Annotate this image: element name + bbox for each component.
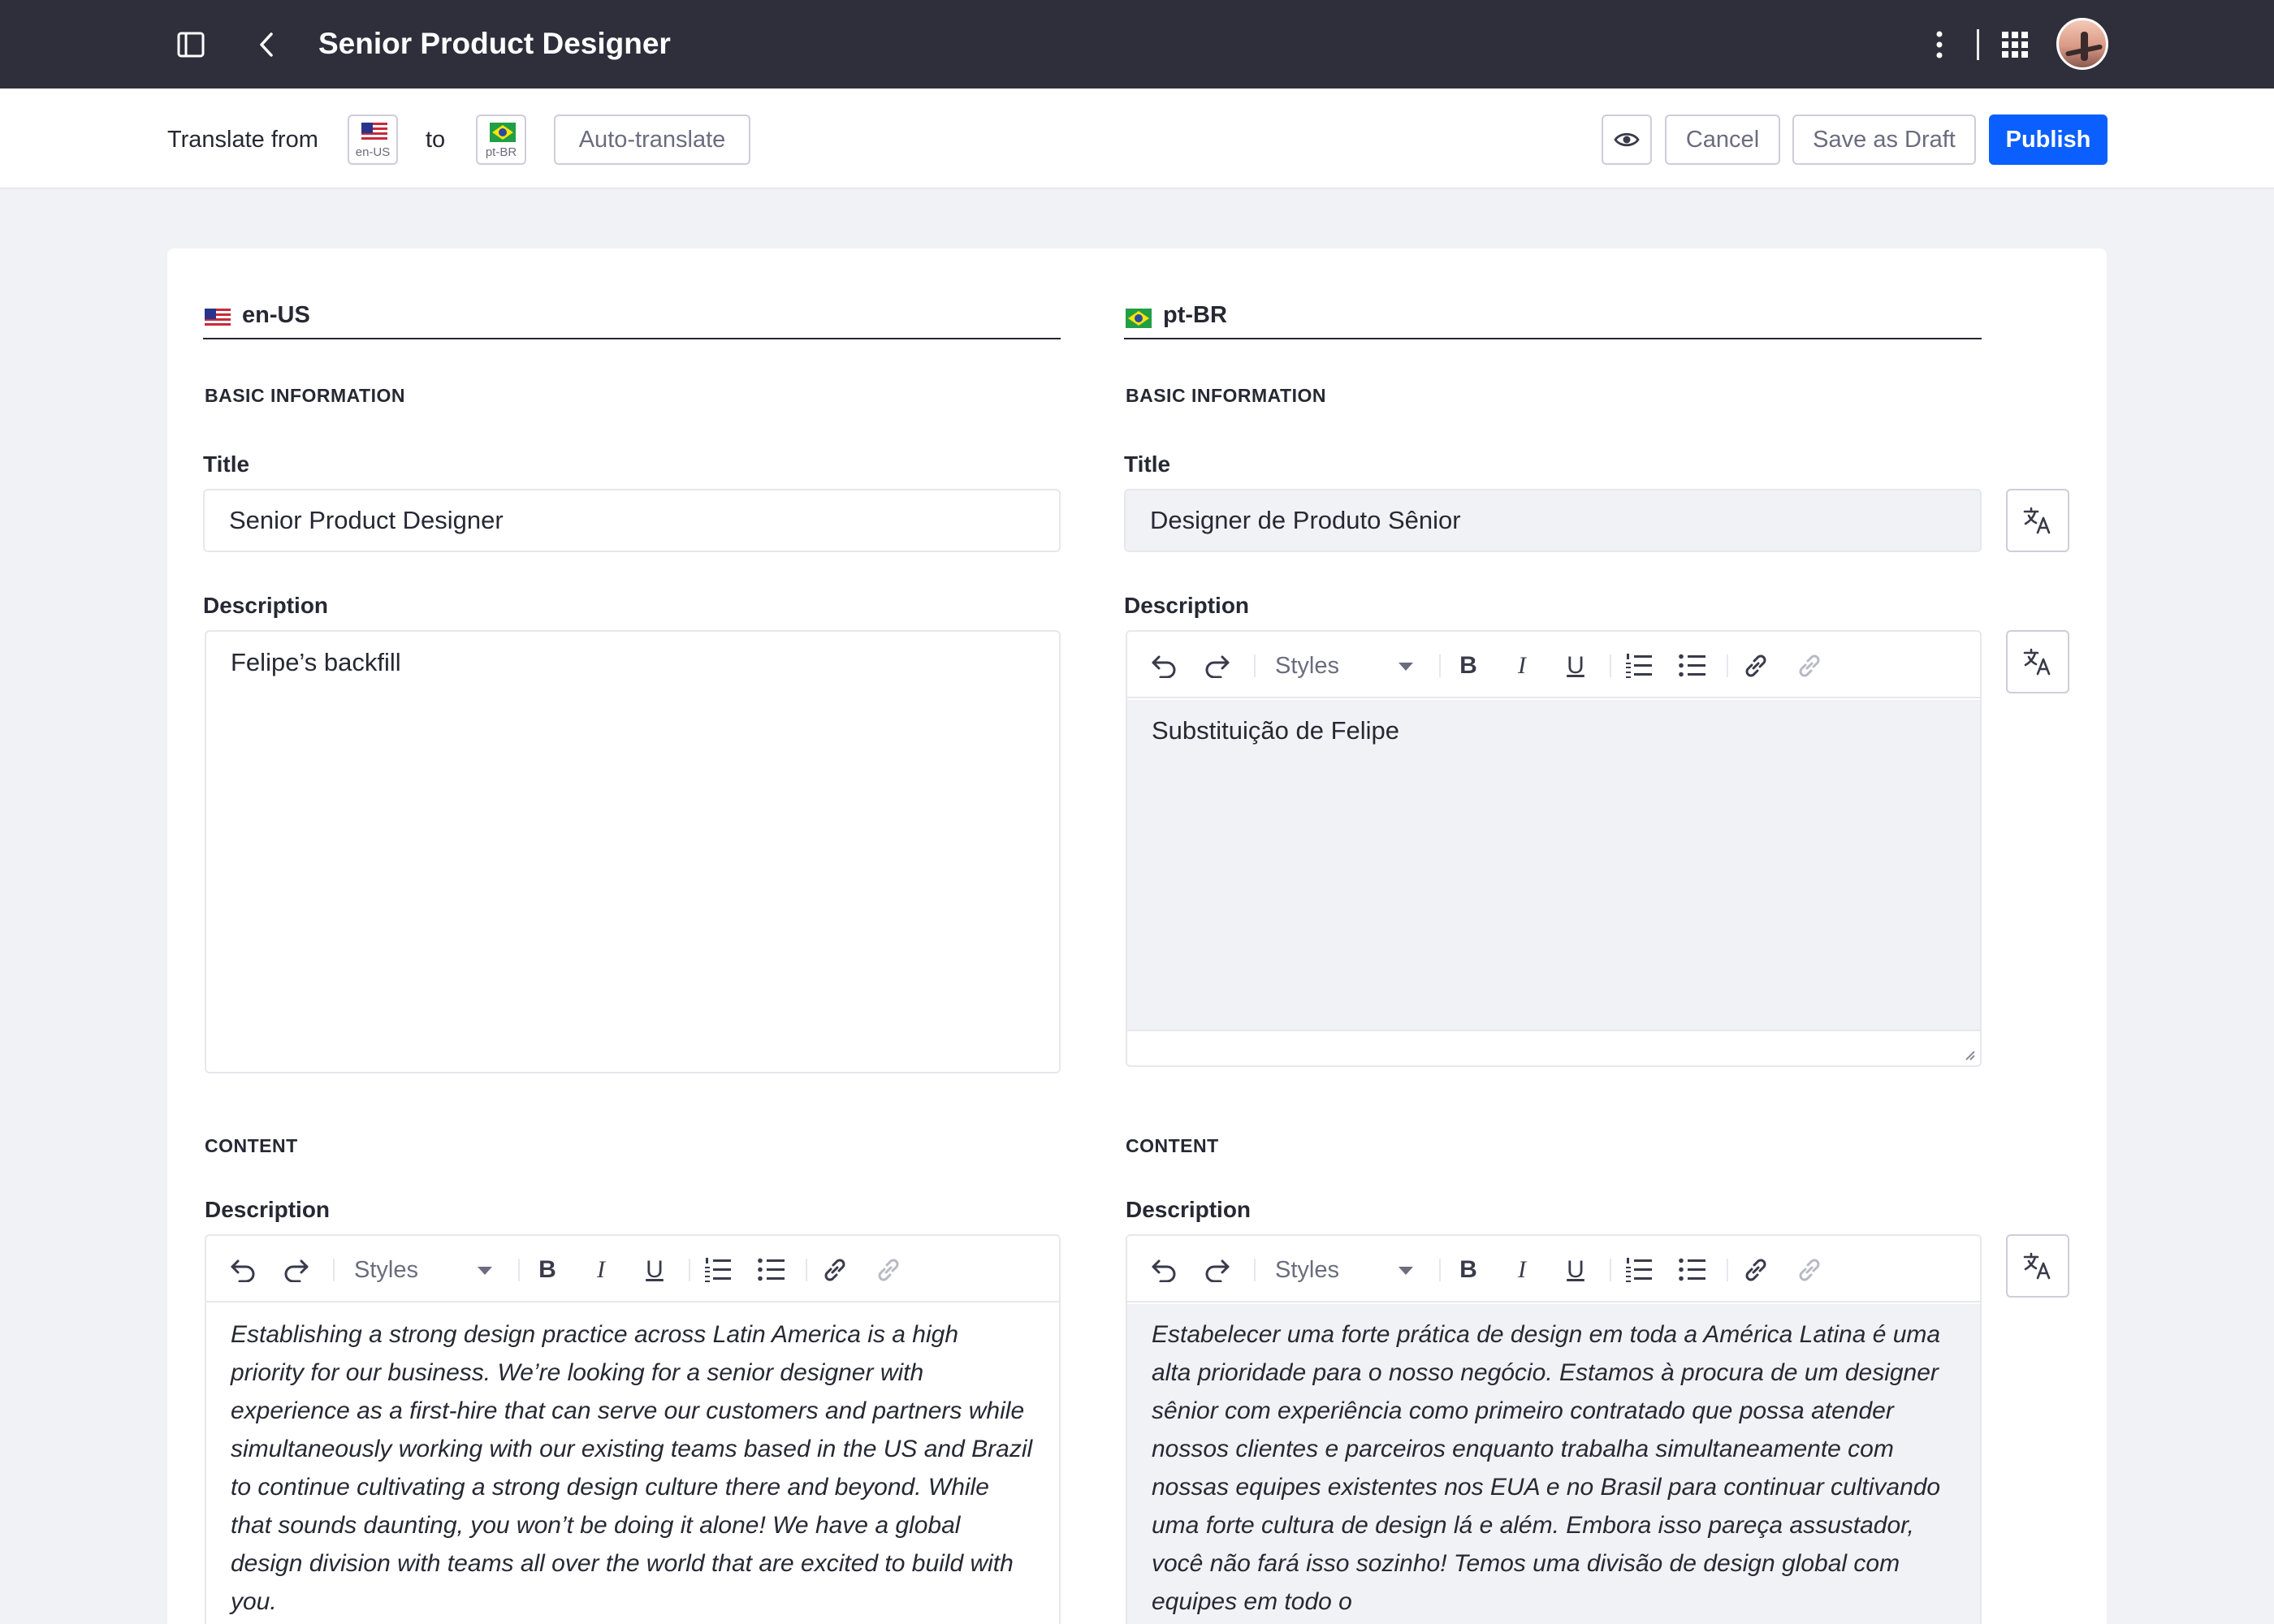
title-label: Title	[1124, 451, 1171, 477]
title-label: Title	[203, 451, 250, 477]
translate-description-button[interactable]	[2006, 630, 2069, 693]
source-language-code: en-US	[355, 145, 391, 159]
target-description-text: Substituição de Felipe	[1152, 716, 1400, 745]
styles-dropdown[interactable]: Styles	[1275, 1254, 1413, 1286]
undo-icon[interactable]	[1148, 650, 1181, 682]
basic-information-heading: BASIC INFORMATION	[1126, 385, 1327, 406]
source-content-body[interactable]: Establishing a strong design practice ac…	[206, 1304, 1059, 1624]
target-title-input[interactable]: Designer de Produto Sênior	[1124, 489, 1982, 552]
redo-icon[interactable]	[1200, 1254, 1233, 1286]
unlink-icon[interactable]	[1793, 650, 1826, 682]
source-language-button[interactable]: en-US	[348, 114, 398, 165]
brazil-flag-icon	[490, 123, 516, 142]
editor-toolbar: Styles B I U	[1127, 632, 1980, 698]
back-chevron-icon[interactable]	[246, 24, 287, 65]
bulleted-list-icon[interactable]	[755, 1254, 788, 1286]
kebab-menu-icon[interactable]	[1919, 24, 1960, 65]
translate-icon	[2023, 648, 2051, 676]
publish-button[interactable]: Publish	[1989, 114, 2108, 165]
link-icon[interactable]	[1740, 1254, 1772, 1286]
underline-icon[interactable]: U	[1559, 650, 1592, 682]
appbar-divider	[1977, 29, 1979, 60]
link-icon[interactable]	[819, 1254, 851, 1286]
basic-information-heading: BASIC INFORMATION	[205, 385, 406, 406]
source-title-input[interactable]: Senior Product Designer	[203, 489, 1061, 552]
redo-icon[interactable]	[1200, 650, 1233, 682]
translation-toolbar: Translate from en-US to pt-BR Auto-trans…	[0, 89, 2274, 189]
italic-icon[interactable]: I	[585, 1254, 617, 1286]
eye-icon	[1614, 132, 1640, 147]
brazil-flag-icon	[1126, 309, 1152, 328]
link-icon[interactable]	[1740, 650, 1772, 682]
bold-icon[interactable]: B	[531, 1254, 564, 1286]
numbered-list-icon[interactable]	[702, 1254, 734, 1286]
undo-icon[interactable]	[227, 1254, 260, 1286]
description-label: Description	[1124, 593, 1250, 618]
save-as-draft-button[interactable]: Save as Draft	[1792, 114, 1976, 165]
target-language-button[interactable]: pt-BR	[476, 114, 526, 165]
italic-icon[interactable]: I	[1506, 650, 1538, 682]
styles-dropdown[interactable]: Styles	[1275, 650, 1413, 682]
content-description-label: Description	[1126, 1197, 1252, 1222]
preview-button[interactable]	[1602, 114, 1652, 165]
bold-icon[interactable]: B	[1452, 650, 1485, 682]
bulleted-list-icon[interactable]	[1676, 1254, 1709, 1286]
auto-translate-button[interactable]: Auto-translate	[554, 114, 750, 165]
source-content-text: Establishing a strong design practice ac…	[231, 1321, 1033, 1615]
underline-icon[interactable]: U	[638, 1254, 671, 1286]
user-avatar[interactable]	[2056, 18, 2108, 70]
numbered-list-icon[interactable]	[1623, 1254, 1655, 1286]
underline-icon[interactable]: U	[1559, 1254, 1592, 1286]
unlink-icon[interactable]	[872, 1254, 905, 1286]
apps-grid-icon[interactable]	[1995, 24, 2035, 65]
sidebar-toggle-icon[interactable]	[171, 24, 211, 65]
us-flag-icon	[361, 123, 387, 142]
target-language-header: pt-BR	[1124, 299, 1982, 339]
target-description-body[interactable]: Substituição de Felipe	[1127, 700, 1980, 1030]
redo-icon[interactable]	[279, 1254, 312, 1286]
target-description-editor: Styles B I U Substituição de Felipe	[1126, 630, 1982, 1067]
source-description-textarea[interactable]: Felipe’s backfill	[205, 630, 1061, 1073]
italic-icon[interactable]: I	[1506, 1254, 1538, 1286]
target-content-editor: Styles B I U Estabelecer uma forte práti…	[1126, 1234, 1982, 1624]
page-title: Senior Product Designer	[318, 27, 671, 60]
styles-dropdown[interactable]: Styles	[354, 1254, 492, 1286]
content-heading: CONTENT	[205, 1135, 298, 1156]
source-language-label: en-US	[242, 302, 310, 328]
editor-toolbar: Styles B I U	[1127, 1236, 1980, 1302]
cancel-button[interactable]: Cancel	[1665, 114, 1780, 165]
target-language-code: pt-BR	[485, 145, 517, 159]
unlink-icon[interactable]	[1793, 1254, 1826, 1286]
editor-toolbar: Styles B I U	[206, 1236, 1059, 1302]
undo-icon[interactable]	[1148, 1254, 1181, 1286]
source-language-header: en-US	[203, 299, 1061, 339]
target-content-text: Estabelecer uma forte prática de design …	[1152, 1321, 1941, 1615]
source-content-editor: Styles B I U Establishing a strong desig…	[205, 1234, 1061, 1624]
us-flag-icon	[205, 309, 231, 328]
bulleted-list-icon[interactable]	[1676, 650, 1709, 682]
bold-icon[interactable]: B	[1452, 1254, 1485, 1286]
editor-resize-bar[interactable]	[1127, 1030, 1980, 1065]
translate-title-button[interactable]	[2006, 489, 2069, 552]
content-heading: CONTENT	[1126, 1135, 1219, 1156]
target-language-label: pt-BR	[1163, 302, 1227, 328]
to-label: to	[426, 127, 446, 153]
content-description-label: Description	[205, 1197, 331, 1222]
resize-grip-icon[interactable]	[1962, 1047, 1975, 1060]
app-bar: Senior Product Designer	[0, 0, 2274, 89]
translate-content-button[interactable]	[2006, 1234, 2069, 1298]
target-content-body[interactable]: Estabelecer uma forte prática de design …	[1127, 1304, 1980, 1624]
description-label: Description	[203, 593, 329, 618]
translate-icon	[2023, 1252, 2051, 1280]
translation-card: en-US BASIC INFORMATION Title Senior Pro…	[167, 248, 2107, 1624]
numbered-list-icon[interactable]	[1623, 650, 1655, 682]
translate-icon	[2023, 507, 2051, 534]
translate-from-label: Translate from	[167, 127, 318, 153]
